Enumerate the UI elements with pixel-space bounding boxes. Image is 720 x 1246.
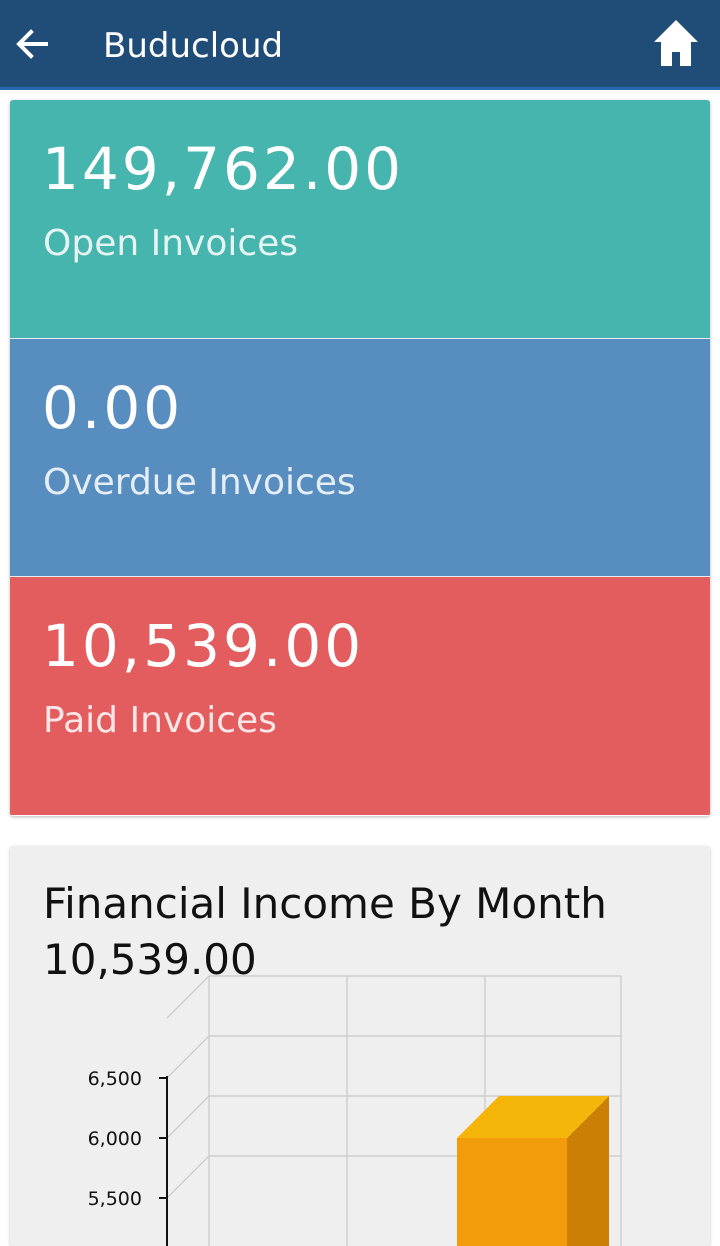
overdue-invoices-value: 0.00 [42, 374, 184, 442]
open-invoices-label: Open Invoices [43, 223, 299, 264]
paid-invoices-card[interactable]: 10,539.00 Paid Invoices [10, 576, 710, 815]
paid-invoices-label: Paid Invoices [43, 700, 277, 741]
income-bar-chart: 5,500 6,000 6,500 [88, 975, 622, 1246]
invoice-summary-cards: 149,762.00 Open Invoices 0.00 Overdue In… [10, 100, 710, 816]
arrow-left-icon [16, 29, 48, 59]
income-chart-card: Financial Income By Month 10,539.00 5,50… [10, 846, 710, 1246]
y-tick-label: 5,500 [88, 1188, 142, 1210]
grid-diagonal [166, 1095, 210, 1139]
app-title: Buducloud [103, 26, 284, 66]
grid-diagonal [166, 1035, 210, 1079]
bar-front [457, 1138, 567, 1246]
open-invoices-card[interactable]: 149,762.00 Open Invoices [10, 100, 710, 338]
grid-diagonal [166, 1155, 210, 1199]
home-button[interactable] [650, 16, 702, 70]
back-button[interactable] [10, 22, 54, 66]
grid-diagonal [166, 975, 210, 1019]
paid-invoices-value: 10,539.00 [42, 612, 365, 680]
overdue-invoices-card[interactable]: 0.00 Overdue Invoices [10, 338, 710, 576]
open-invoices-value: 149,762.00 [42, 135, 405, 203]
home-icon [654, 20, 698, 66]
y-tick-label: 6,500 [88, 1068, 142, 1090]
y-tick-label: 6,000 [88, 1128, 142, 1150]
overdue-invoices-label: Overdue Invoices [43, 462, 356, 503]
app-bar: Buducloud [0, 0, 720, 90]
